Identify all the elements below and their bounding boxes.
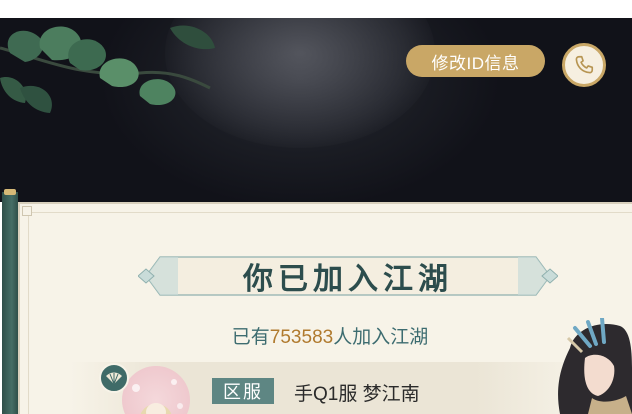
joined-prefix: 已有 — [231, 327, 270, 348]
top-strip — [0, 0, 632, 18]
character-illustration — [558, 318, 632, 414]
fan-icon — [106, 372, 122, 385]
joined-count-line: 已有753583人加入江湖 — [160, 322, 500, 350]
avatar-badge — [99, 363, 129, 393]
scroll-rod — [2, 192, 18, 414]
panel-corner-mark — [22, 206, 32, 216]
region-tag: 区服 — [212, 378, 274, 404]
joined-suffix: 人加入江湖 — [333, 327, 429, 348]
hero-banner — [0, 18, 632, 202]
scroll-rod-cap — [4, 189, 16, 195]
panel-title: 你已加入江湖 — [243, 262, 453, 297]
phone-icon — [575, 55, 594, 74]
server-name: 手Q1服 梦江南 — [294, 383, 420, 405]
ginkgo-leaves-decoration — [0, 25, 215, 113]
phone-button[interactable] — [562, 43, 606, 87]
edit-id-button[interactable]: 修改ID信息 — [406, 45, 545, 77]
joined-count: 753583 — [269, 327, 334, 348]
